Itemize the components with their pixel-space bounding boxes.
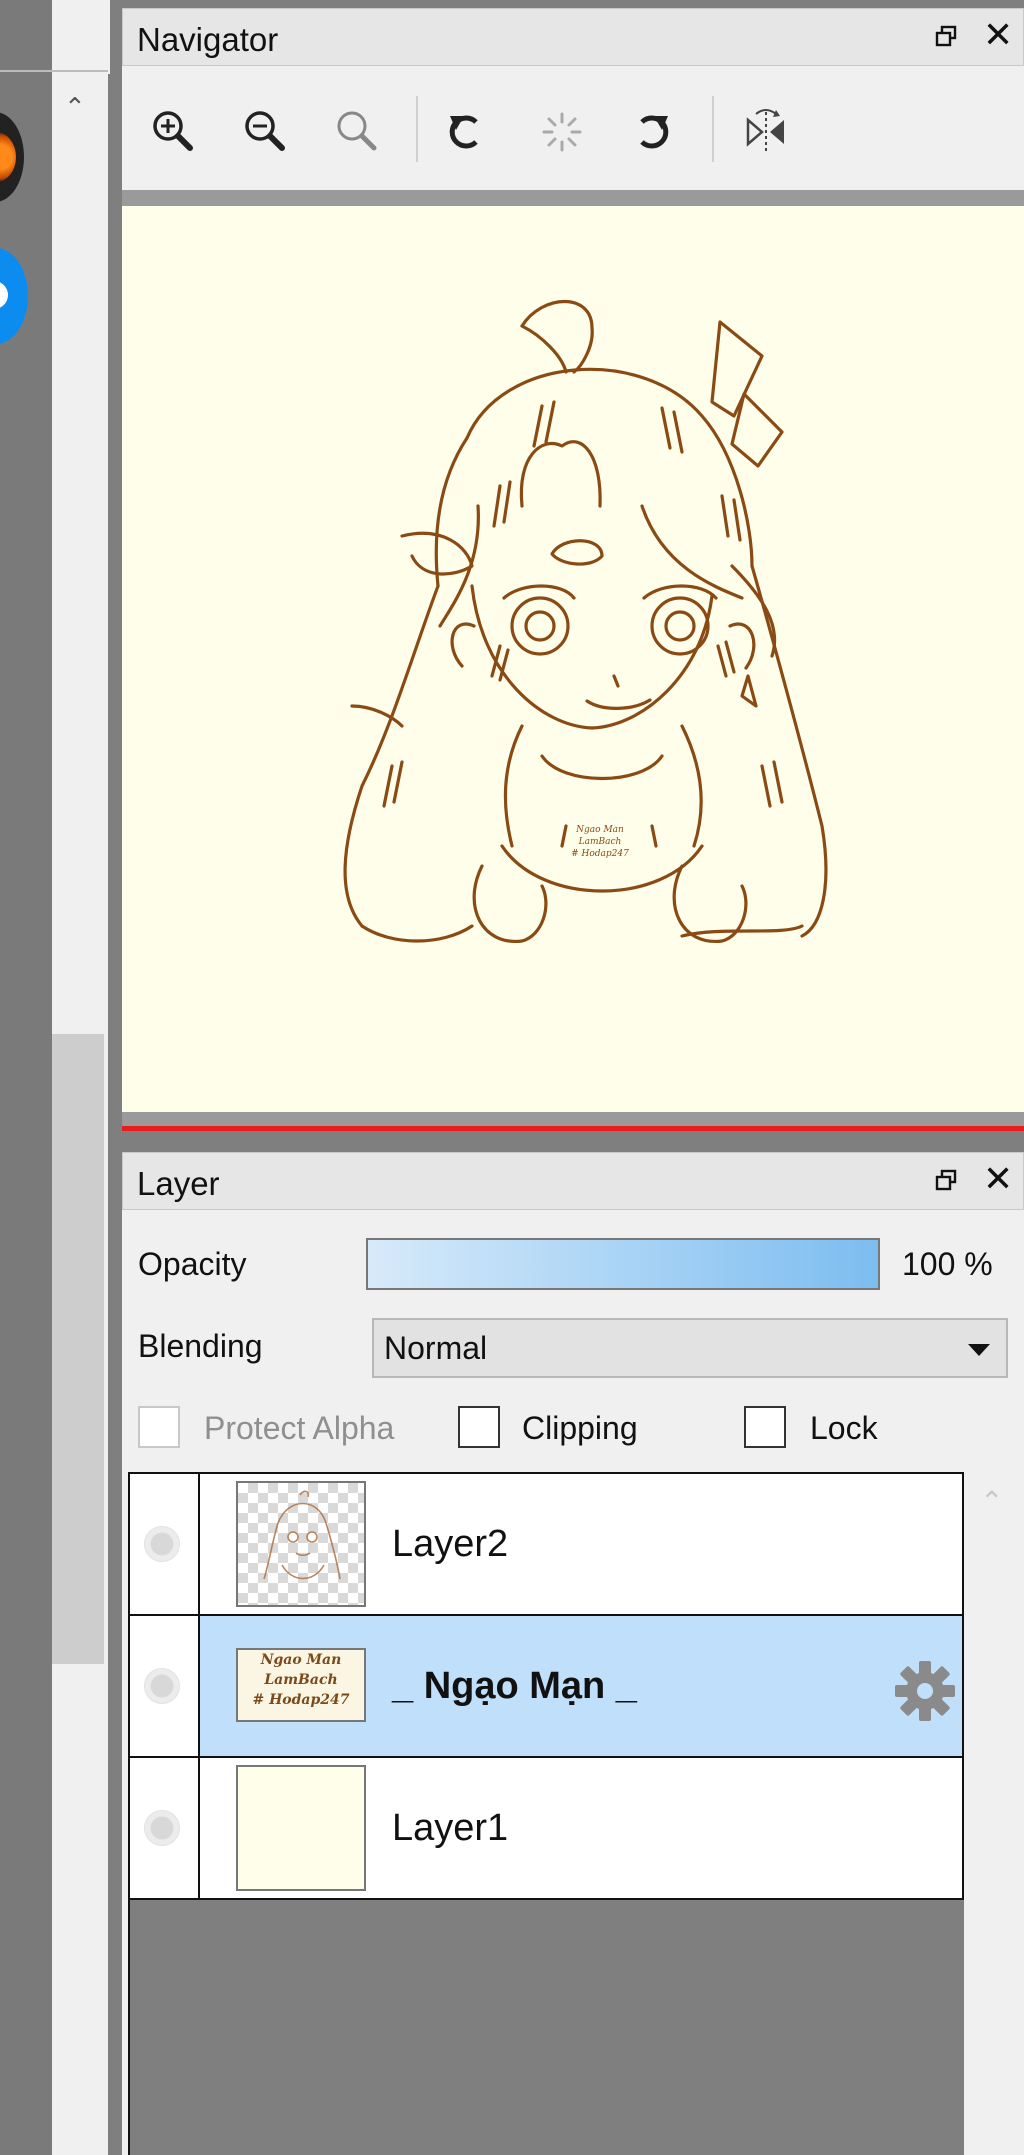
visibility-toggle[interactable]: [130, 1616, 200, 1756]
layer-row-body[interactable]: Layer2: [200, 1474, 962, 1614]
blending-value: Normal: [384, 1330, 488, 1366]
zoom-in-icon[interactable]: [144, 102, 204, 162]
visibility-dot-icon: [144, 1810, 180, 1846]
chevron-down-icon: [968, 1344, 990, 1356]
layer-list: Layer2 Ngao Man LamBach # Hodap247 _ Ngạ…: [128, 1472, 964, 2155]
opacity-label: Opacity: [138, 1246, 247, 1282]
visibility-toggle[interactable]: [130, 1758, 200, 1898]
layer-row[interactable]: Layer2: [130, 1472, 964, 1616]
tool-palette-scrollbar[interactable]: ⌃: [52, 74, 108, 2155]
chevron-up-icon[interactable]: ⌃: [64, 94, 86, 120]
divider: [0, 70, 108, 72]
rotate-reset-icon[interactable]: [532, 102, 592, 162]
preview-frame: [122, 190, 1024, 206]
rotate-right-icon[interactable]: [622, 102, 682, 162]
thumbnail-text: Ngao Man: [260, 1652, 342, 1668]
view-rect-indicator: [122, 1126, 1024, 1131]
opacity-value: 100 %: [902, 1246, 993, 1282]
layer-row[interactable]: Layer1: [130, 1756, 964, 1900]
layer-header: Layer ✕: [122, 1152, 1024, 1210]
layer-list-scrollbar[interactable]: ⌃: [964, 1472, 1024, 2155]
layer-row[interactable]: Ngao Man LamBach # Hodap247 _ Ngạo Mạn _: [130, 1614, 964, 1758]
lock-label: Lock: [810, 1410, 878, 1446]
gear-icon[interactable]: [892, 1658, 958, 1724]
layer-row-body[interactable]: Ngao Man LamBach # Hodap247 _ Ngạo Mạn _: [200, 1616, 962, 1756]
navigator-preview[interactable]: Ngao Man LamBach # Hodap247: [122, 206, 1024, 1112]
blending-label: Blending: [138, 1328, 263, 1364]
visibility-dot-icon: [144, 1526, 180, 1562]
layer-thumbnail: [236, 1765, 366, 1891]
layer-row-body[interactable]: Layer1: [200, 1758, 962, 1898]
layer-panel: Layer ✕ Opacity 100 % Blending Normal Pr…: [122, 1152, 1024, 2155]
float-window-icon[interactable]: [935, 1169, 957, 1191]
layer-thumbnail: Ngao Man LamBach # Hodap247: [236, 1648, 366, 1722]
clipping-label: Clipping: [522, 1410, 638, 1446]
blue-tool-icon[interactable]: [0, 248, 28, 344]
toolbar-separator: [712, 96, 714, 162]
lock-checkbox[interactable]: [744, 1406, 786, 1448]
zoom-reset-icon[interactable]: [328, 102, 388, 162]
close-icon[interactable]: ✕: [983, 17, 1013, 53]
close-icon[interactable]: ✕: [983, 1161, 1013, 1197]
protect-alpha-label: Protect Alpha: [204, 1410, 395, 1446]
preview-frame: [122, 1112, 1024, 1126]
float-window-icon[interactable]: [935, 25, 957, 47]
thumbnail-text: # Hodap247: [252, 1692, 350, 1708]
navigator-header: Navigator ✕: [122, 8, 1024, 66]
protect-alpha-checkbox[interactable]: [138, 1406, 180, 1448]
panel-title: Navigator: [137, 21, 279, 58]
visibility-dot-icon: [144, 1668, 180, 1704]
thumbnail-text: LamBach: [264, 1672, 338, 1688]
layer-name: Layer2: [392, 1523, 509, 1565]
navigator-toolbar: [122, 66, 1024, 190]
orange-brush-tool-icon[interactable]: [0, 112, 24, 202]
clipping-checkbox[interactable]: [458, 1406, 500, 1448]
tool-palette: [0, 0, 52, 2155]
rotate-left-icon[interactable]: [436, 102, 496, 162]
chibi-sketch-preview: Ngao Man LamBach # Hodap247: [343, 299, 828, 943]
toolbar-separator: [416, 96, 418, 162]
scrollbar-thumb[interactable]: [52, 1034, 104, 1664]
zoom-out-icon[interactable]: [236, 102, 296, 162]
layer-name: _ Ngạo Mạn _: [392, 1665, 637, 1707]
watermark-line-1: Ngao Man: [575, 825, 624, 835]
layer-name: Layer1: [392, 1807, 509, 1849]
watermark-line-3: # Hodap247: [571, 849, 629, 859]
navigator-panel: Navigator ✕ Ngao Man LamBach # Hodap247: [122, 8, 1024, 1131]
blending-select[interactable]: Normal: [372, 1318, 1008, 1378]
flip-horizontal-icon[interactable]: [736, 102, 796, 162]
opacity-slider[interactable]: [366, 1238, 880, 1290]
sketch-thumbnail-icon: [263, 1490, 341, 1580]
watermark-line-2: LamBach: [578, 837, 622, 847]
panel-title: Layer: [137, 1165, 220, 1202]
layer-thumbnail: [236, 1481, 366, 1607]
chevron-up-icon[interactable]: ⌃: [980, 1488, 1003, 1516]
visibility-toggle[interactable]: [130, 1474, 200, 1614]
